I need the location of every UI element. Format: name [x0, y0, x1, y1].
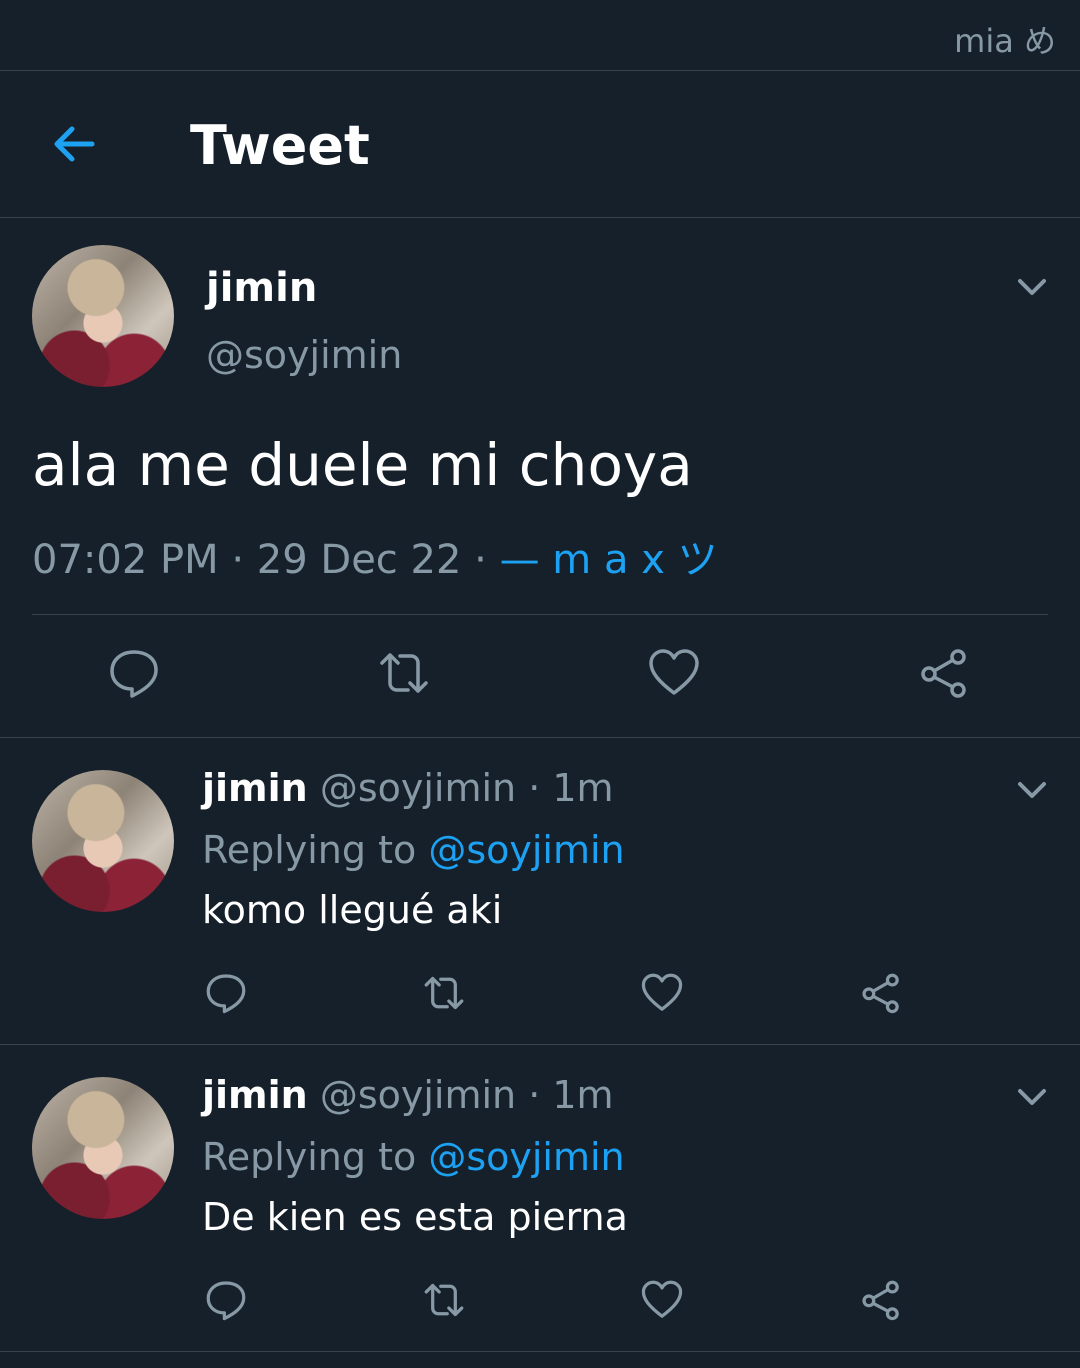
heart-icon[interactable]	[641, 1279, 683, 1321]
replying-label: Replying to	[202, 828, 429, 872]
author-name[interactable]: jimin	[206, 265, 317, 311]
retweet-icon[interactable]	[423, 972, 465, 1014]
comment-icon[interactable]	[108, 647, 160, 699]
comment-icon[interactable]	[205, 1279, 247, 1321]
meta-separator: ·	[218, 537, 257, 583]
replying-to: Replying to @soyjimin	[202, 828, 625, 872]
tweet-meta: 07:02 PM · 29 Dec 22 · — m a x ツ	[32, 527, 718, 585]
share-icon[interactable]	[860, 972, 902, 1014]
status-bar: mia め	[0, 0, 1080, 71]
chevron-down-icon[interactable]	[1014, 778, 1050, 802]
page-title: Tweet	[190, 114, 370, 177]
tweet-date: 29 Dec 22	[256, 537, 462, 583]
mention-link[interactable]: @soyjimin	[428, 828, 624, 872]
share-icon[interactable]	[918, 647, 970, 699]
author-handle[interactable]: @soyjimin	[206, 333, 402, 377]
tweet-time: 07:02 PM	[32, 537, 219, 583]
meta-separator: ·	[461, 537, 500, 583]
app-header: Tweet	[0, 70, 1080, 218]
author-handle-time: @soyjimin · 1m	[319, 766, 614, 810]
reply-text: De kien es esta pierna	[202, 1195, 628, 1239]
mention-link[interactable]: @soyjimin	[428, 1135, 624, 1179]
avatar[interactable]	[32, 770, 174, 912]
chevron-down-icon[interactable]	[1014, 1085, 1050, 1109]
retweet-icon[interactable]	[423, 1279, 465, 1321]
back-arrow-icon[interactable]	[48, 118, 100, 170]
replying-to: Replying to @soyjimin	[202, 1135, 625, 1179]
author-name[interactable]: jimin	[202, 1073, 308, 1117]
replying-label: Replying to	[202, 1135, 429, 1179]
reply-text: komo llegué aki	[202, 888, 503, 932]
avatar[interactable]	[32, 1077, 174, 1219]
author-name[interactable]: jimin	[202, 766, 308, 810]
chevron-down-icon[interactable]	[1014, 275, 1050, 299]
reply-tweet[interactable]: jimin @soyjimin · 1m Replying to @soyjim…	[0, 738, 1080, 1045]
heart-icon[interactable]	[641, 972, 683, 1014]
main-tweet: jimin @soyjimin ala me duele mi choya 07…	[0, 217, 1080, 738]
retweet-icon[interactable]	[378, 647, 430, 699]
heart-icon[interactable]	[648, 647, 700, 699]
reply-header: jimin @soyjimin · 1m	[202, 1073, 614, 1117]
divider	[32, 614, 1048, 615]
tweet-actions	[0, 647, 1080, 707]
tweet-source-link[interactable]: — m a x ツ	[500, 537, 718, 583]
comment-icon[interactable]	[205, 972, 247, 1014]
reply-tweet[interactable]: jimin @soyjimin · 1m Replying to @soyjim…	[0, 1045, 1080, 1352]
reply-header: jimin @soyjimin · 1m	[202, 766, 614, 810]
status-bar-text: mia め	[954, 22, 1056, 60]
avatar[interactable]	[32, 245, 174, 387]
author-handle-time: @soyjimin · 1m	[319, 1073, 614, 1117]
tweet-text: ala me duele mi choya	[32, 431, 693, 499]
share-icon[interactable]	[860, 1279, 902, 1321]
